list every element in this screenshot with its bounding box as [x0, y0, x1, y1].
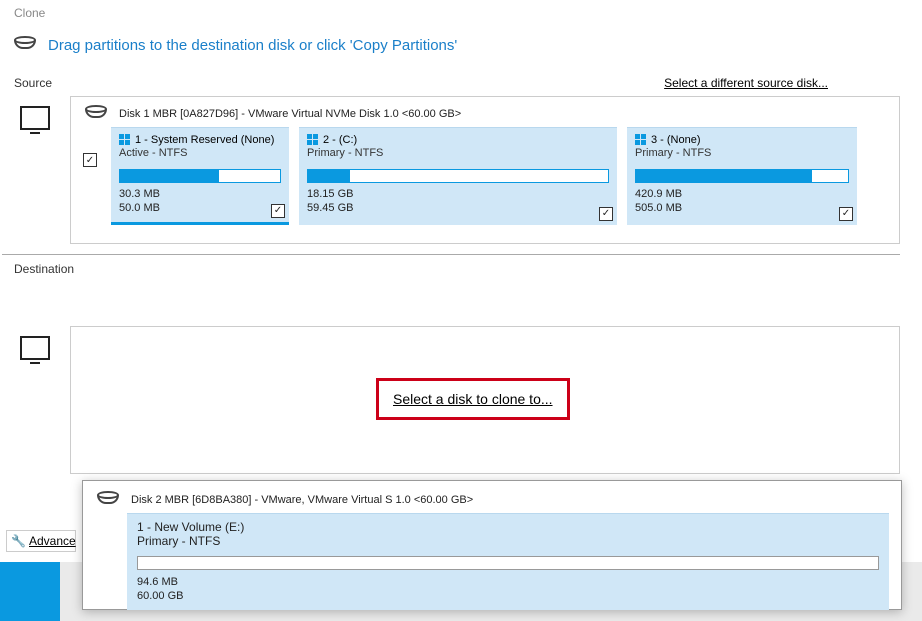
- popup-partition-card[interactable]: 1 - New Volume (E:) Primary - NTFS 94.6 …: [127, 513, 889, 610]
- partition-card[interactable]: 2 - (C:) Primary - NTFS 18.15 GB 59.45 G…: [299, 127, 617, 225]
- popup-disk-header: Disk 2 MBR [6D8BA380] - VMware, VMware V…: [83, 481, 901, 513]
- disk-icon: [95, 491, 121, 509]
- partition-include-checkbox[interactable]: ✓: [599, 207, 613, 221]
- destination-disk-popup[interactable]: Disk 2 MBR [6D8BA380] - VMware, VMware V…: [82, 480, 902, 610]
- partition-subtitle: Primary - NTFS: [635, 147, 849, 159]
- partition-stats: 420.9 MB 505.0 MB: [635, 187, 849, 216]
- partition-subtitle: Primary - NTFS: [307, 147, 609, 159]
- popup-disk-title: Disk 2 MBR [6D8BA380] - VMware, VMware V…: [131, 494, 473, 506]
- source-disk-header: Disk 1 MBR [0A827D96] - VMware Virtual N…: [71, 97, 899, 127]
- popup-partition-subtitle: Primary - NTFS: [137, 534, 879, 548]
- window-title: Clone: [14, 6, 45, 20]
- select-destination-callout: Select a disk to clone to...: [376, 378, 570, 420]
- source-disk-title: Disk 1 MBR [0A827D96] - VMware Virtual N…: [119, 108, 461, 120]
- advanced-options-button[interactable]: Advance: [6, 530, 76, 552]
- partition-card[interactable]: 1 - System Reserved (None) Active - NTFS…: [111, 127, 289, 225]
- partition-include-checkbox[interactable]: ✓: [271, 204, 285, 218]
- monitor-icon: [20, 336, 50, 360]
- partition-stats: 18.15 GB 59.45 GB: [307, 187, 609, 216]
- partition-card[interactable]: 3 - (None) Primary - NTFS 420.9 MB 505.0…: [627, 127, 857, 225]
- destination-label: Destination: [14, 262, 74, 276]
- different-source-link[interactable]: Select a different source disk...: [664, 76, 828, 90]
- usage-bar: [635, 169, 849, 183]
- partition-subtitle: Active - NTFS: [119, 147, 281, 159]
- monitor-icon: [20, 106, 50, 130]
- partition-include-checkbox[interactable]: ✓: [839, 207, 853, 221]
- disk-icon: [83, 105, 109, 123]
- popup-partition-title: 1 - New Volume (E:): [137, 520, 879, 534]
- partition-stats: 30.3 MB 50.0 MB: [119, 187, 281, 216]
- usage-bar: [137, 556, 879, 570]
- decorative-left-strip: [0, 562, 60, 621]
- instruction-text: Drag partitions to the destination disk …: [48, 37, 457, 54]
- partition-checkbox[interactable]: ✓: [83, 153, 97, 167]
- advanced-label: Advance: [29, 534, 76, 548]
- select-destination-link[interactable]: Select a disk to clone to...: [393, 391, 553, 407]
- source-label: Source: [14, 76, 52, 90]
- partition-title: 1 - System Reserved (None): [135, 134, 274, 146]
- usage-bar: [307, 169, 609, 183]
- partition-title: 3 - (None): [651, 134, 701, 146]
- popup-partition-stats: 94.6 MB 60.00 GB: [137, 575, 879, 604]
- partitions-row: ✓ 1 - System Reserved (None) Active - NT…: [71, 127, 899, 235]
- partition-title: 2 - (C:): [323, 134, 357, 146]
- usage-bar: [119, 169, 281, 183]
- wrench-icon: [11, 534, 25, 548]
- divider: [2, 254, 900, 255]
- source-disk-panel: Disk 1 MBR [0A827D96] - VMware Virtual N…: [70, 96, 900, 244]
- windows-logo-icon: [119, 134, 131, 146]
- instruction-row: Drag partitions to the destination disk …: [12, 36, 457, 54]
- windows-logo-icon: [307, 134, 319, 146]
- disk-icon: [12, 36, 38, 54]
- windows-logo-icon: [635, 134, 647, 146]
